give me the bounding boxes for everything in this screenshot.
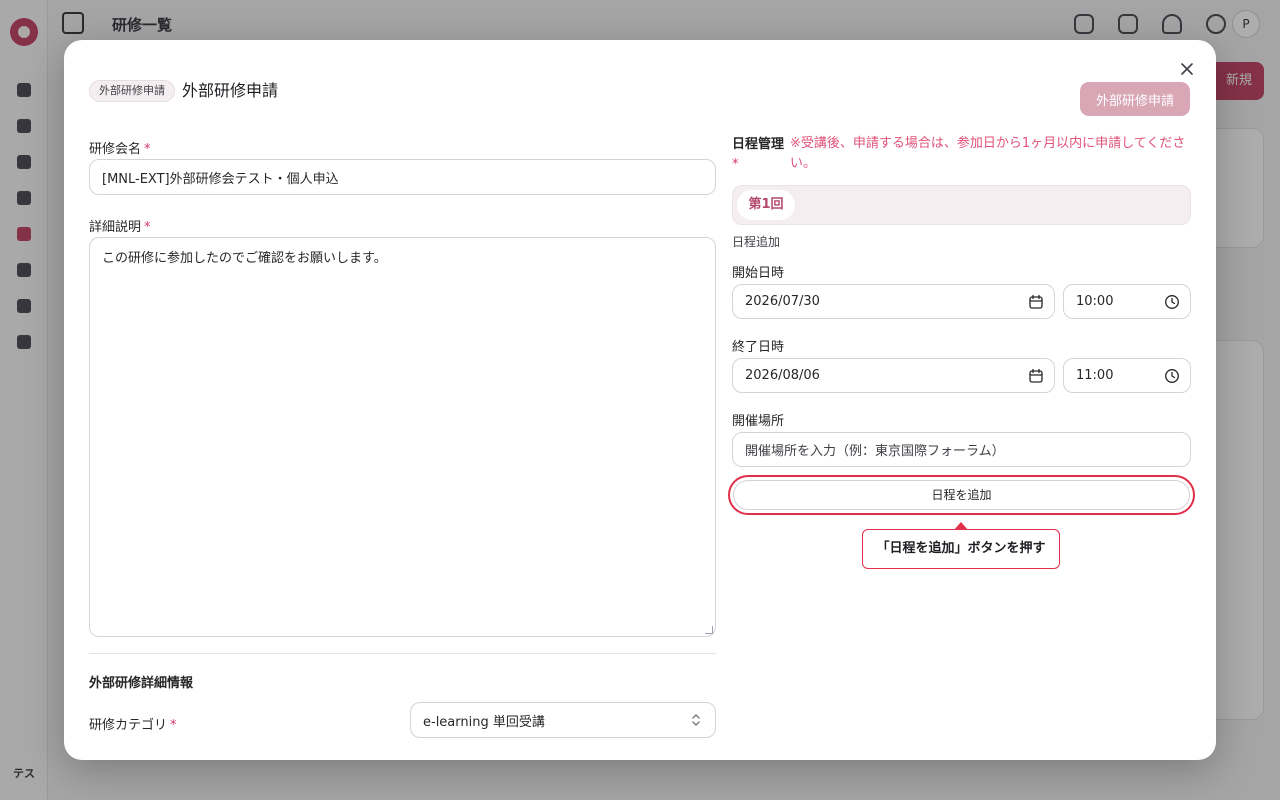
start-date-input[interactable]: 2026/07/30	[732, 284, 1055, 319]
calendar-icon[interactable]	[1028, 368, 1044, 384]
end-time-input[interactable]: 11:00	[1063, 358, 1191, 393]
schedule-note: ※受講後、申請する場合は、参加日から1ヶ月以内に申請してください。	[790, 136, 1186, 171]
training-name-label: 研修会名 *	[89, 142, 151, 157]
add-schedule-button[interactable]: 日程を追加	[733, 480, 1190, 510]
start-time-input[interactable]: 10:00	[1063, 284, 1191, 319]
close-icon[interactable]	[1178, 60, 1196, 78]
description-label: 詳細説明 *	[89, 220, 151, 235]
clock-icon[interactable]	[1164, 368, 1180, 384]
category-value: e-learning 単回受講	[423, 714, 545, 730]
submit-button[interactable]: 外部研修申請	[1080, 82, 1190, 116]
start-time-value: 10:00	[1076, 294, 1114, 309]
modal-title: 外部研修申請	[182, 81, 279, 100]
start-date-value: 2026/07/30	[745, 294, 820, 309]
start-datetime-label: 開始日時	[732, 266, 785, 281]
modal-badge: 外部研修申請	[89, 80, 175, 102]
external-training-modal: 外部研修申請 外部研修申請 外部研修申請 研修会名 * [MNL-EXT]外部研修…	[64, 40, 1216, 760]
end-date-input[interactable]: 2026/08/06	[732, 358, 1055, 393]
venue-input[interactable]: 開催場所を入力（例：東京国際フォーラム）	[732, 432, 1191, 467]
description-textarea[interactable]: この研修に参加したのでご確認をお願いします。	[89, 237, 716, 637]
resize-handle-icon[interactable]	[705, 626, 713, 634]
category-label: 研修カテゴリ *	[89, 718, 177, 733]
description-text: この研修に参加したのでご確認をお願いします。	[102, 251, 387, 266]
schedule-label: 日程管理 *	[732, 137, 785, 172]
chevron-up-down-icon	[692, 714, 700, 726]
calendar-icon[interactable]	[1028, 294, 1044, 310]
add-schedule-highlight: 日程を追加	[728, 475, 1195, 515]
details-section-title: 外部研修詳細情報	[89, 676, 194, 691]
tab-session-1[interactable]: 第1回	[737, 190, 795, 220]
training-name-input[interactable]: [MNL-EXT]外部研修会テスト・個人申込	[89, 159, 716, 195]
section-divider	[89, 653, 716, 654]
add-schedule-text: 日程追加	[732, 235, 781, 249]
instruction-callout: 「日程を追加」ボタンを押す	[862, 529, 1060, 569]
schedule-tabs: 第1回	[732, 185, 1191, 225]
category-select[interactable]: e-learning 単回受講	[410, 702, 716, 738]
venue-label: 開催場所	[732, 414, 785, 429]
end-time-value: 11:00	[1076, 368, 1114, 383]
clock-icon[interactable]	[1164, 294, 1180, 310]
end-datetime-label: 終了日時	[732, 340, 785, 355]
end-date-value: 2026/08/06	[745, 368, 820, 383]
